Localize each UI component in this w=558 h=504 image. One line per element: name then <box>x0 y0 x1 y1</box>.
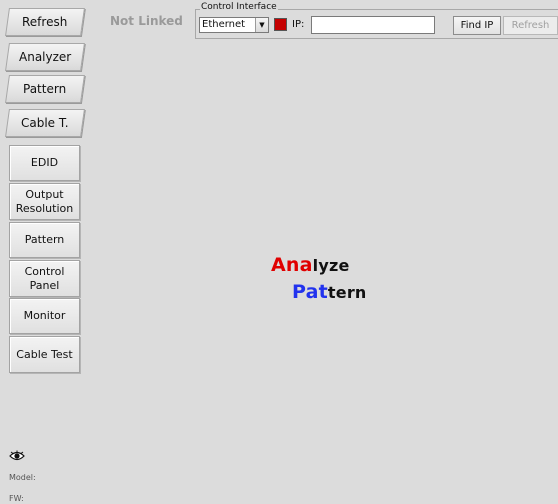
analyzer-tab-label: Analyzer <box>18 50 72 64</box>
pattern-logo-text: Pattern <box>292 281 367 303</box>
monitor-button-label: Monitor <box>23 309 66 322</box>
connection-type-value: Ethernet <box>202 19 246 30</box>
control-panel-button-label: Control Panel <box>24 264 65 292</box>
edid-button[interactable]: EDID <box>9 145 80 181</box>
ip-label: IP: <box>292 19 305 30</box>
cable-test-button[interactable]: Cable Test <box>9 336 80 373</box>
eye-icon[interactable] <box>9 450 25 462</box>
refresh-connection-button: Refresh <box>503 16 558 35</box>
app-window: Refresh Analyzer Pattern Cable T. EDID O… <box>0 0 558 504</box>
connection-status-indicator <box>274 18 287 31</box>
dropdown-arrow-icon[interactable]: ▼ <box>255 18 268 32</box>
pattern-button[interactable]: Pattern <box>9 222 80 258</box>
cable-test-button-label: Cable Test <box>16 347 73 361</box>
pattern-button-label: Pattern <box>24 233 65 246</box>
cable-test-tab-button[interactable]: Cable T. <box>5 109 85 137</box>
connection-type-select[interactable]: Ethernet ▼ <box>199 17 269 33</box>
analyzer-tab-button[interactable]: Analyzer <box>5 43 85 71</box>
analyze-logo-rest: lyze <box>312 256 350 275</box>
analyze-logo-highlight: Ana <box>271 254 313 276</box>
cable-test-tab-label: Cable T. <box>21 116 69 130</box>
analyze-logo-text: Analyze <box>271 254 350 276</box>
find-ip-button[interactable]: Find IP <box>453 16 501 35</box>
pattern-tab-button[interactable]: Pattern <box>5 75 85 103</box>
refresh-tab-label: Refresh <box>22 15 68 29</box>
edid-button-label: EDID <box>30 156 59 169</box>
fw-label: FW: <box>9 494 24 503</box>
control-panel-button[interactable]: Control Panel <box>9 260 80 297</box>
output-resolution-button-label: Output Resolution <box>15 187 74 215</box>
output-resolution-button[interactable]: Output Resolution <box>9 183 80 220</box>
link-status: Not Linked <box>110 14 183 28</box>
pattern-logo-highlight: Pat <box>292 281 328 303</box>
pattern-tab-label: Pattern <box>23 82 67 96</box>
control-interface-title: Control Interface <box>200 2 278 12</box>
pattern-logo-rest: tern <box>327 283 367 302</box>
model-label: Model: <box>9 473 36 482</box>
refresh-tab-button[interactable]: Refresh <box>5 8 85 36</box>
monitor-button[interactable]: Monitor <box>9 298 80 334</box>
ip-input[interactable] <box>311 16 435 34</box>
